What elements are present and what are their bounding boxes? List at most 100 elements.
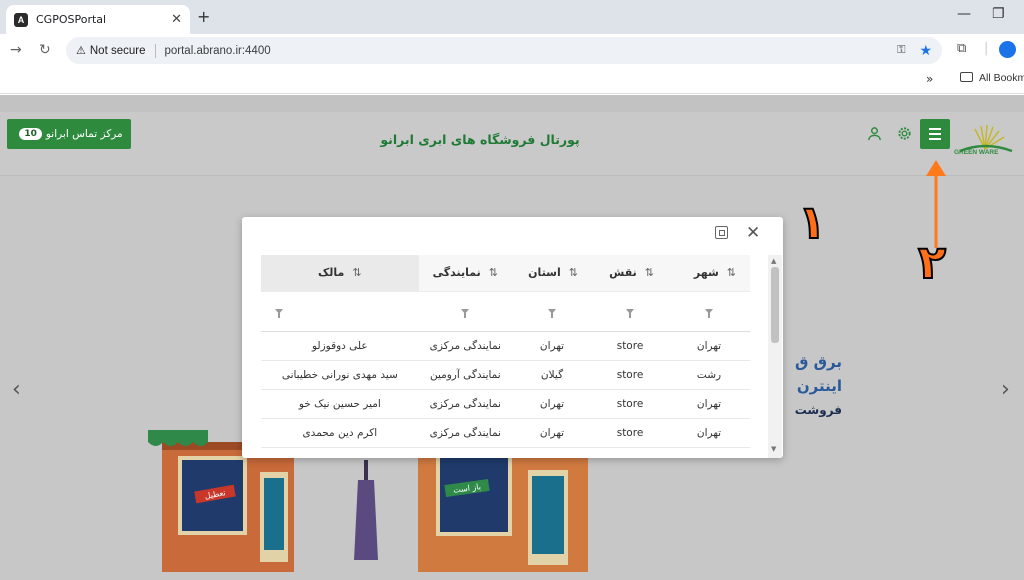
page: مرکز تماس ابرانو 10 پورتال فروشگاه های ا… — [0, 95, 1024, 580]
minimize-icon[interactable]: — — [957, 6, 971, 22]
menu-bar-icon — [929, 133, 941, 135]
contact-badge: 10 — [19, 128, 42, 140]
close-icon[interactable]: ✕ — [746, 223, 760, 243]
annotation-one: ۱ — [797, 194, 827, 250]
divider — [155, 43, 157, 58]
owners-modal: ✕ ⇅شهر ⇅نقش ⇅استان ⇅نمایندگی ⇅مالک تهران… — [242, 217, 783, 458]
scroll-down-icon[interactable]: ▼ — [771, 445, 776, 453]
column-header-role[interactable]: ⇅نقش — [592, 255, 668, 292]
sort-icon[interactable]: ⇅ — [352, 266, 363, 279]
all-bookmarks-button[interactable]: All Bookm — [960, 72, 1024, 84]
cell-owner: اکرم دین محمدی — [261, 418, 419, 448]
password-key-icon[interactable]: ⚿ — [897, 44, 905, 57]
cell-province: گیلان — [512, 360, 592, 390]
table-row[interactable]: تهران store تهران نمایندگی مرکزی امیر حس… — [261, 389, 750, 419]
browser-tab-bar: A CGPOSPortal ✕ + — ❐ — [0, 0, 1024, 34]
browser-tab[interactable]: A CGPOSPortal ✕ — [6, 5, 190, 34]
menu-bar-icon — [929, 128, 941, 130]
column-header-province[interactable]: ⇅استان — [512, 255, 592, 292]
sort-icon[interactable]: ⇅ — [727, 266, 738, 279]
cell-province: تهران — [512, 389, 592, 419]
cell-city: رشت — [668, 360, 750, 390]
cell-owner: علی دوقوزلو — [261, 331, 419, 361]
bookmarks-bar: » All Bookm — [0, 66, 1024, 94]
bookmarks-overflow-icon[interactable]: » — [926, 72, 933, 86]
table-row[interactable]: رشت store گیلان نمایندگی آرومین سید مهدی… — [261, 360, 750, 390]
sort-icon[interactable]: ⇅ — [569, 266, 580, 279]
cell-owner: سید مهدی نورانی خطیبانی — [261, 360, 419, 390]
carousel-next-icon[interactable]: › — [1001, 377, 1010, 402]
maximize-icon[interactable] — [715, 226, 728, 239]
promo-line: برق ق — [794, 353, 842, 371]
tab-title: CGPOSPortal — [36, 13, 107, 26]
address-bar[interactable]: ⚠ Not secure portal.abrano.ir:4400 ⚿ ★ — [66, 37, 942, 64]
cell-city: تهران — [668, 389, 750, 419]
filter-cell[interactable] — [418, 291, 512, 332]
restore-icon[interactable]: ❐ — [992, 6, 1005, 22]
user-icon[interactable] — [867, 126, 882, 145]
sort-icon[interactable]: ⇅ — [489, 266, 500, 279]
cell-city: تهران — [668, 331, 750, 361]
angular-icon: A — [14, 12, 28, 27]
filter-icon[interactable] — [461, 309, 470, 318]
column-header-agency[interactable]: ⇅نمایندگی — [418, 255, 512, 292]
portal-header: مرکز تماس ابرانو 10 پورتال فروشگاه های ا… — [0, 112, 1024, 176]
filter-cell[interactable] — [668, 291, 750, 332]
cell-agency: نمایندگی مرکزی — [418, 418, 512, 448]
filter-icon[interactable] — [548, 309, 556, 318]
cell-role: store — [592, 389, 668, 419]
top-strip — [0, 95, 1024, 112]
filter-row — [261, 291, 750, 332]
forward-icon[interactable]: → — [10, 42, 22, 58]
tab-close-icon[interactable]: ✕ — [171, 12, 182, 27]
cell-owner: امیر حسین نیک خو — [261, 389, 419, 419]
browser-toolbar: → ↻ ⚠ Not secure portal.abrano.ir:4400 ⚿… — [0, 34, 1024, 66]
profile-avatar-icon[interactable] — [999, 41, 1016, 58]
url-text[interactable]: portal.abrano.ir:4400 — [164, 45, 270, 57]
folder-icon — [960, 72, 973, 82]
cell-role: store — [592, 331, 668, 361]
filter-cell[interactable] — [592, 291, 668, 332]
scrollbar-thumb[interactable] — [771, 267, 779, 343]
all-bookmarks-label: All Bookm — [979, 72, 1024, 84]
cell-city: تهران — [668, 418, 750, 448]
menu-bar-icon — [929, 138, 941, 140]
cell-agency: نمایندگی مرکزی — [418, 331, 512, 361]
table-row[interactable]: تهران store تهران نمایندگی مرکزی اکرم دی… — [261, 418, 750, 448]
gear-icon[interactable] — [897, 126, 912, 145]
security-label[interactable]: Not secure — [90, 45, 146, 57]
logo-text: GREEN WARE — [954, 149, 999, 156]
scroll-up-icon[interactable]: ▲ — [771, 257, 776, 265]
warning-icon: ⚠ — [76, 45, 86, 57]
modal-scrollbar[interactable]: ▲ ▼ — [768, 255, 782, 458]
carousel-prev-icon[interactable]: ‹ — [12, 377, 21, 402]
filter-icon[interactable] — [705, 309, 713, 318]
cell-role: store — [592, 360, 668, 390]
promo-text: برق ق اینترن فروشت — [782, 350, 842, 422]
filter-icon[interactable] — [626, 309, 634, 318]
cell-province: تهران — [512, 331, 592, 361]
cell-role: store — [592, 418, 668, 448]
column-header-city[interactable]: ⇅شهر — [668, 255, 750, 292]
contact-center-button[interactable]: مرکز تماس ابرانو 10 — [7, 119, 131, 149]
promo-line: فروشت — [794, 403, 842, 417]
portal-title: پورتال فروشگاه های ابری ابرانو — [380, 132, 580, 147]
cell-agency: نمایندگی آرومین — [418, 360, 512, 390]
promo-line: اینترن — [796, 377, 842, 395]
annotation-arrow — [926, 160, 946, 248]
extensions-icon[interactable]: ⧉ — [957, 41, 966, 56]
new-tab-icon[interactable]: + — [197, 7, 210, 26]
bookmark-star-icon[interactable]: ★ — [919, 42, 932, 59]
column-header-owner[interactable]: ⇅مالک — [261, 255, 419, 292]
toolbar-divider: | — [984, 41, 989, 56]
menu-button[interactable] — [920, 119, 950, 149]
sort-icon[interactable]: ⇅ — [645, 266, 656, 279]
filter-cell[interactable] — [512, 291, 592, 332]
owners-table: ⇅شهر ⇅نقش ⇅استان ⇅نمایندگی ⇅مالک تهران s… — [261, 255, 750, 448]
filter-cell[interactable] — [261, 291, 419, 332]
cell-agency: نمایندگی مرکزی — [418, 389, 512, 419]
filter-icon[interactable] — [275, 309, 283, 318]
contact-center-label: مرکز تماس ابرانو — [45, 128, 123, 140]
table-row[interactable]: تهران store تهران نمایندگی مرکزی علی دوق… — [261, 331, 750, 361]
reload-icon[interactable]: ↻ — [39, 42, 51, 58]
